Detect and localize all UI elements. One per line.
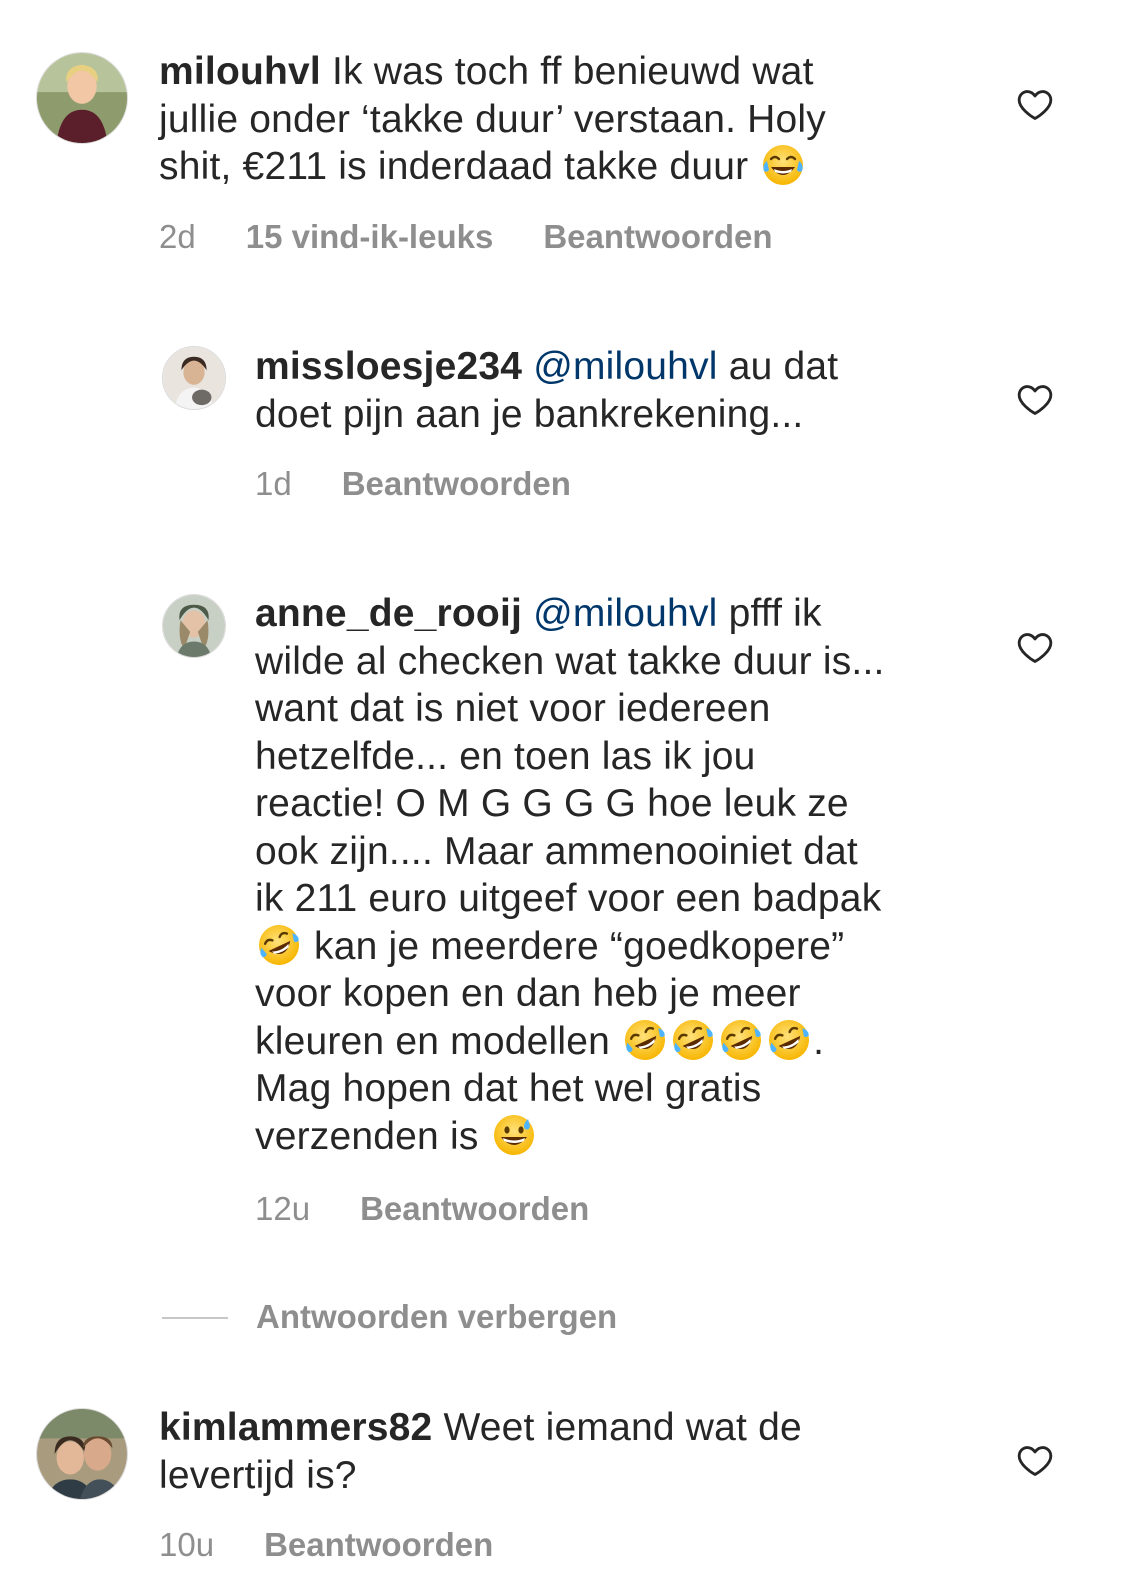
comment-body-line: hetzelfde... en toen las ik jou [255,734,756,778]
comment-text: anne_de_rooij @milouhvl pfff ik wilde al… [255,590,975,1160]
comment-meta: 10u Beantwoorden [159,1525,493,1565]
comment-meta: 2d 15 vind-ik-leuks Beantwoorden [159,217,773,257]
rolling-on-the-floor-laughing-emoji [719,1018,763,1062]
reply-button[interactable]: Beantwoorden [360,1189,589,1229]
avatar[interactable] [36,52,128,144]
rolling-on-the-floor-laughing-emoji [767,1018,811,1062]
timestamp: 2d [159,218,196,255]
comment-body-line: ook zijn.... Maar ammenooiniet dat [255,829,858,873]
heart-outline-icon[interactable] [1016,86,1054,124]
comment-body-line: wilde al checken wat takke duur is... [255,639,885,683]
comment-body-line: Mag hopen dat het wel gratis [255,1067,762,1110]
heart-outline-icon[interactable] [1016,1442,1054,1480]
comment-body-line: verzenden is [255,1114,479,1158]
comment-meta: 1d Beantwoorden [255,464,571,504]
username[interactable]: kimlammers82 [159,1406,432,1449]
heart-outline-icon[interactable] [1016,629,1054,667]
mention-link[interactable]: @milouhvl [533,345,717,388]
heart-outline-icon[interactable] [1016,381,1054,419]
username[interactable]: anne_de_rooij [255,592,522,635]
username[interactable]: milouhvl [159,50,321,93]
comment-text: kimlammers82 Weet iemand wat de levertij… [159,1404,959,1499]
divider-line [162,1317,228,1319]
rolling-on-the-floor-laughing-emoji [671,1018,715,1062]
comment-body-line: reactie! O M G G G G hoe leuk ze [255,782,849,825]
comment-body-line: ik 211 euro uitgeef voor een badpak [255,877,882,920]
comment-text: missloesje234 @milouhvl au dat doet pijn… [255,343,975,438]
face-with-tears-of-joy-emoji [761,143,805,187]
mention-link[interactable]: @milouhvl [533,592,717,635]
reply-button[interactable]: Beantwoorden [264,1525,493,1565]
hide-replies-label[interactable]: Antwoorden verbergen [256,1297,617,1337]
comment-body-line: . [813,1019,825,1063]
comment-body-line: want dat is niet voor iedereen [255,687,771,730]
reply-button[interactable]: Beantwoorden [543,217,772,257]
reply-button[interactable]: Beantwoorden [342,464,571,504]
comment-body-line: kleuren en modellen [255,1019,611,1063]
avatar[interactable] [162,594,226,658]
rolling-on-the-floor-laughing-emoji [623,1018,667,1062]
avatar[interactable] [162,346,226,410]
avatar[interactable] [36,1408,128,1500]
rolling-on-the-floor-laughing-emoji [257,923,301,967]
comment-body-line: pfff ik [728,592,822,635]
comment-body-line: voor kopen en dan heb je meer [255,972,801,1015]
timestamp: 10u [159,1526,215,1563]
grinning-face-with-sweat-emoji [492,1113,536,1157]
username[interactable]: missloesje234 [255,345,522,388]
comment-text: milouhvl Ik was toch ff benieuwd wat jul… [159,48,959,191]
timestamp: 12u [255,1190,311,1227]
timestamp: 1d [255,465,292,502]
comment-body-line: kan je meerdere “goedkopere” [314,924,845,968]
likes-count[interactable]: 15 vind-ik-leuks [246,217,494,257]
comment-meta: 12u Beantwoorden [255,1189,589,1229]
